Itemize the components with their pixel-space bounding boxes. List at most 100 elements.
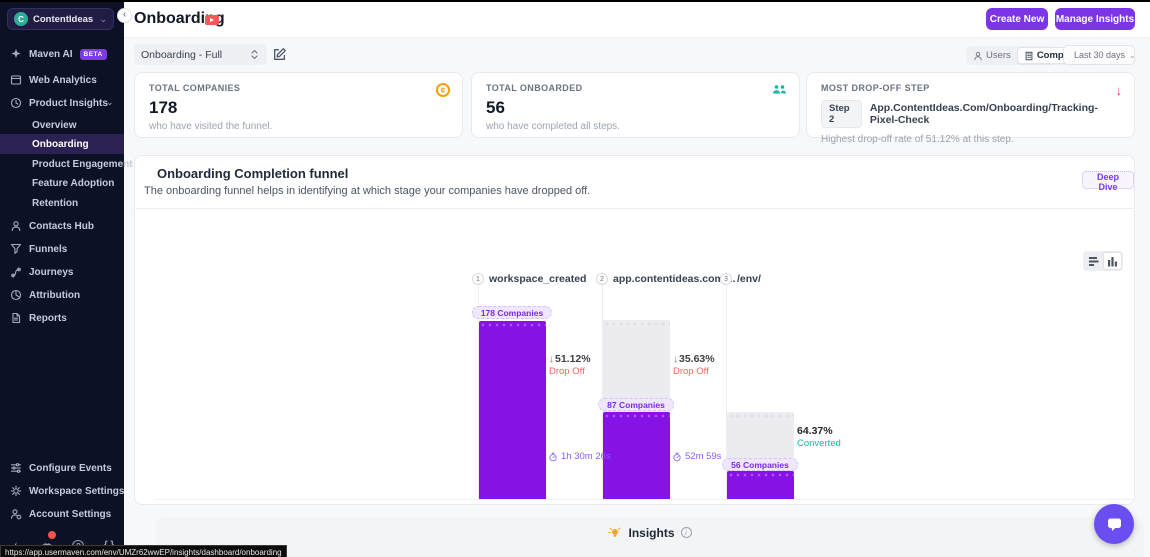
users-toggle[interactable]: Users [967, 47, 1017, 64]
app-screen: C ContentIdeas ⌄ Maven AI BETA Web Analy… [0, 0, 1150, 557]
info-icon[interactable]: i [681, 527, 692, 538]
funnel-description: The onboarding funnel helps in identifyi… [144, 185, 590, 197]
avg-time-value: 52m 59s [685, 451, 721, 462]
sidebar-item-product-engagement[interactable]: Product Engagement [32, 155, 133, 173]
funnel-title: Onboarding Completion funnel [157, 166, 348, 181]
page-header: Onboarding Create New Manage Insights [124, 2, 1150, 38]
sidebar-item-reports[interactable]: Reports [10, 309, 67, 327]
coin-icon: ¢ [436, 83, 450, 97]
date-range-picker[interactable]: Last 30 days ⌄ [1063, 45, 1135, 65]
edit-pencil-icon [272, 47, 287, 62]
sidebar-item-journeys[interactable]: Journeys [10, 263, 73, 281]
video-tutorial-icon[interactable] [205, 15, 219, 25]
sidebar-item-account-settings[interactable]: Account Settings [10, 505, 111, 523]
arrow-down-icon: ↓ [549, 354, 554, 365]
sidebar-item-label: Feature Adoption [32, 178, 114, 189]
funnel-select[interactable]: Onboarding - Full [134, 44, 267, 65]
funnel-bar-step1[interactable] [479, 321, 546, 499]
lightbulb-icon [608, 526, 622, 540]
users-label: Users [986, 50, 1011, 61]
step-number: 2 [596, 273, 608, 285]
vertical-bars-icon [1107, 256, 1118, 267]
insights-label: Insights [628, 526, 674, 540]
sidebar-item-label: Configure Events [29, 463, 112, 474]
arrow-down-icon: ↓ [1116, 83, 1123, 98]
chevron-down-icon[interactable]: ⌄ [106, 97, 114, 108]
stat-card-description: Highest drop-off rate of 51.12% at this … [821, 134, 1120, 145]
route-icon [10, 266, 22, 278]
funnel-step-label-1: 1 workspace_created [472, 273, 586, 285]
count-badge-step3: 56 Companies [722, 458, 798, 471]
browser-icon [10, 74, 22, 86]
step-badge: Step 2 [821, 100, 862, 128]
stopwatch-icon [548, 452, 558, 462]
drop-off-percent: 51.12% [555, 353, 591, 365]
stat-card-label: TOTAL COMPANIES [149, 83, 448, 93]
document-icon [10, 312, 22, 324]
avg-time-annotation-1: 1h 30m 26s [548, 451, 611, 462]
drop-off-percent: 35.63% [679, 353, 715, 365]
step-name: /env/ [737, 273, 761, 285]
sidebar-item-contacts-hub[interactable]: Contacts Hub [10, 217, 94, 235]
sidebar-item-label: Account Settings [29, 509, 111, 520]
person-icon [10, 220, 22, 232]
count-badge-step1: 178 Companies [472, 306, 552, 319]
sidebar-item-maven-ai[interactable]: Maven AI BETA [10, 45, 107, 63]
sidebar-item-label: Overview [32, 120, 76, 131]
vertical-chart-button[interactable] [1103, 252, 1122, 270]
avg-time-value: 1h 30m 26s [561, 451, 611, 462]
beta-badge: BETA [80, 49, 107, 60]
funnel-select-value: Onboarding - Full [141, 49, 249, 61]
count-badge-step2: 87 Companies [598, 398, 674, 411]
sidebar-item-label: Journeys [29, 267, 73, 278]
stat-card-most-drop-off: MOST DROP-OFF STEP Step 2 App.ContentIde… [806, 72, 1135, 138]
drop-off-annotation-1: ↓51.12% Drop Off [549, 353, 619, 377]
sidebar-item-workspace-settings[interactable]: Workspace Settings [10, 482, 124, 500]
arrow-down-icon: ↓ [673, 354, 678, 365]
edit-funnel-button[interactable] [272, 47, 287, 62]
stat-card-value: 56 [486, 98, 785, 118]
person-gear-icon [10, 508, 22, 520]
sidebar-item-overview[interactable]: Overview [32, 116, 76, 134]
drop-off-annotation-2: ↓35.63% Drop Off [673, 353, 743, 377]
sidebar-item-onboarding[interactable]: Onboarding [0, 134, 124, 154]
converted-percent: 64.37% [797, 425, 841, 437]
deep-dive-button[interactable]: Deep Dive [1082, 171, 1134, 189]
chat-widget-button[interactable] [1094, 504, 1134, 544]
sidebar-item-configure-events[interactable]: Configure Events [10, 459, 112, 477]
workspace-name: ContentIdeas [33, 14, 94, 25]
create-new-button[interactable]: Create New [986, 8, 1048, 30]
sidebar-item-product-insights[interactable]: Product Insights [10, 94, 108, 112]
sliders-icon [10, 462, 22, 474]
funnel-bar-step3[interactable] [727, 471, 794, 499]
sparkle-icon [10, 48, 22, 60]
sidebar-item-funnels[interactable]: Funnels [10, 240, 67, 258]
sidebar-item-web-analytics[interactable]: Web Analytics [10, 71, 97, 89]
sidebar: C ContentIdeas ⌄ Maven AI BETA Web Analy… [0, 2, 124, 557]
insights-panel[interactable]: Insights i [156, 517, 1144, 557]
divider [135, 208, 1134, 209]
sidebar-item-label: Onboarding [32, 139, 89, 150]
converted-label: Converted [797, 438, 841, 449]
gear-icon [10, 485, 22, 497]
sidebar-collapse-button[interactable]: ‹ [117, 8, 132, 23]
funnel-icon [10, 243, 22, 255]
audience-toggle: Users Companies [966, 46, 1056, 65]
stat-card-description: who have completed all steps. [486, 121, 785, 132]
converted-annotation: 64.37% Converted [797, 425, 841, 449]
chevron-down-icon: ⌄ [1129, 51, 1136, 60]
manage-insights-button[interactable]: Manage Insights [1055, 8, 1135, 30]
chat-bubble-icon [1106, 516, 1123, 533]
workspace-selector[interactable]: C ContentIdeas ⌄ [7, 8, 114, 30]
stat-card-description: who have visited the funnel. [149, 121, 448, 132]
funnel-chart-card: Onboarding Completion funnel The onboard… [134, 155, 1135, 505]
funnel-bar-step2[interactable] [603, 412, 670, 499]
sidebar-item-feature-adoption[interactable]: Feature Adoption [32, 174, 114, 192]
avg-time-annotation-2: 52m 59s [672, 451, 721, 462]
stat-card-total-onboarded: TOTAL ONBOARDED 56 who have completed al… [471, 72, 800, 138]
sidebar-item-attribution[interactable]: Attribution [10, 286, 80, 304]
sidebar-item-retention[interactable]: Retention [32, 194, 78, 212]
sidebar-item-label: Retention [32, 198, 78, 209]
horizontal-chart-button[interactable] [1084, 252, 1103, 270]
sidebar-item-label: Attribution [29, 290, 80, 301]
